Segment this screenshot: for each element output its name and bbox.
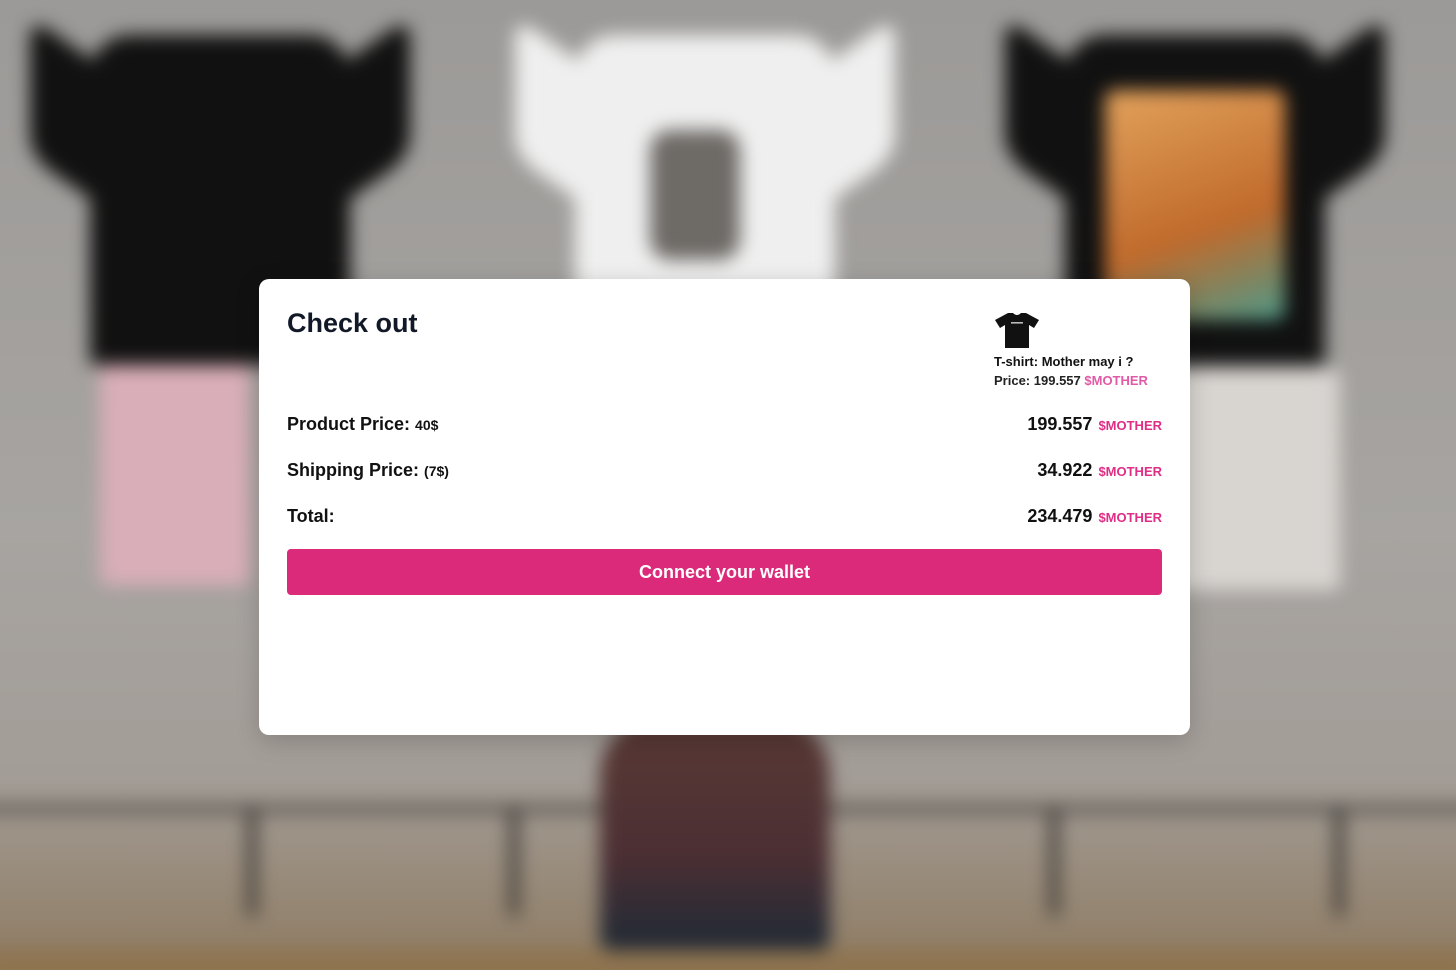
shipping-price-row: Shipping Price: (7$) 34.922 $MOTHER: [287, 457, 1162, 483]
total-row-value: 234.479: [1027, 505, 1093, 526]
product-name: T-shirt: Mother may i ?: [994, 354, 1133, 369]
checkout-title: Check out: [287, 308, 418, 338]
product-price-row-label: Product Price:: [287, 413, 411, 434]
shipping-price-row-value: 34.922: [1037, 459, 1093, 480]
pink-pants-bg: [100, 345, 250, 585]
shipping-price-row-note: (7$): [424, 462, 449, 479]
cat-print-bg: [650, 130, 740, 260]
white-pants-bg: [1165, 370, 1340, 590]
shipping-price-row-label: Shipping Price:: [287, 459, 420, 480]
product-price-row: Product Price: 40$ 199.557 $MOTHER: [287, 411, 1162, 437]
product-price-label: Price:: [994, 373, 1031, 388]
total-row: Total: 234.479 $MOTHER: [287, 503, 1162, 529]
product-price: Price: 199.557 $MOTHER: [994, 373, 1148, 388]
total-row-currency: $MOTHER: [1098, 509, 1162, 525]
product-name-value: Mother may i ?: [1041, 354, 1134, 369]
product-price-row-currency: $MOTHER: [1098, 417, 1162, 433]
floor-bg: [0, 950, 1456, 970]
product-price-row-note: 40$: [415, 416, 439, 433]
product-price-row-value: 199.557: [1027, 413, 1093, 434]
checkout-modal: Check out T-shirt: Mother may i ? Price:…: [259, 279, 1190, 735]
product-price-value: 199.557: [1033, 373, 1081, 388]
total-row-label: Total:: [287, 505, 335, 526]
shipping-price-row-currency: $MOTHER: [1098, 463, 1162, 479]
product-name-label: T-shirt:: [994, 354, 1039, 369]
product-price-currency: $MOTHER: [1084, 373, 1148, 388]
black-tshirt-icon: [995, 313, 1039, 348]
connect-wallet-button[interactable]: Connect your wallet: [287, 549, 1162, 595]
person-bg: [600, 715, 830, 950]
